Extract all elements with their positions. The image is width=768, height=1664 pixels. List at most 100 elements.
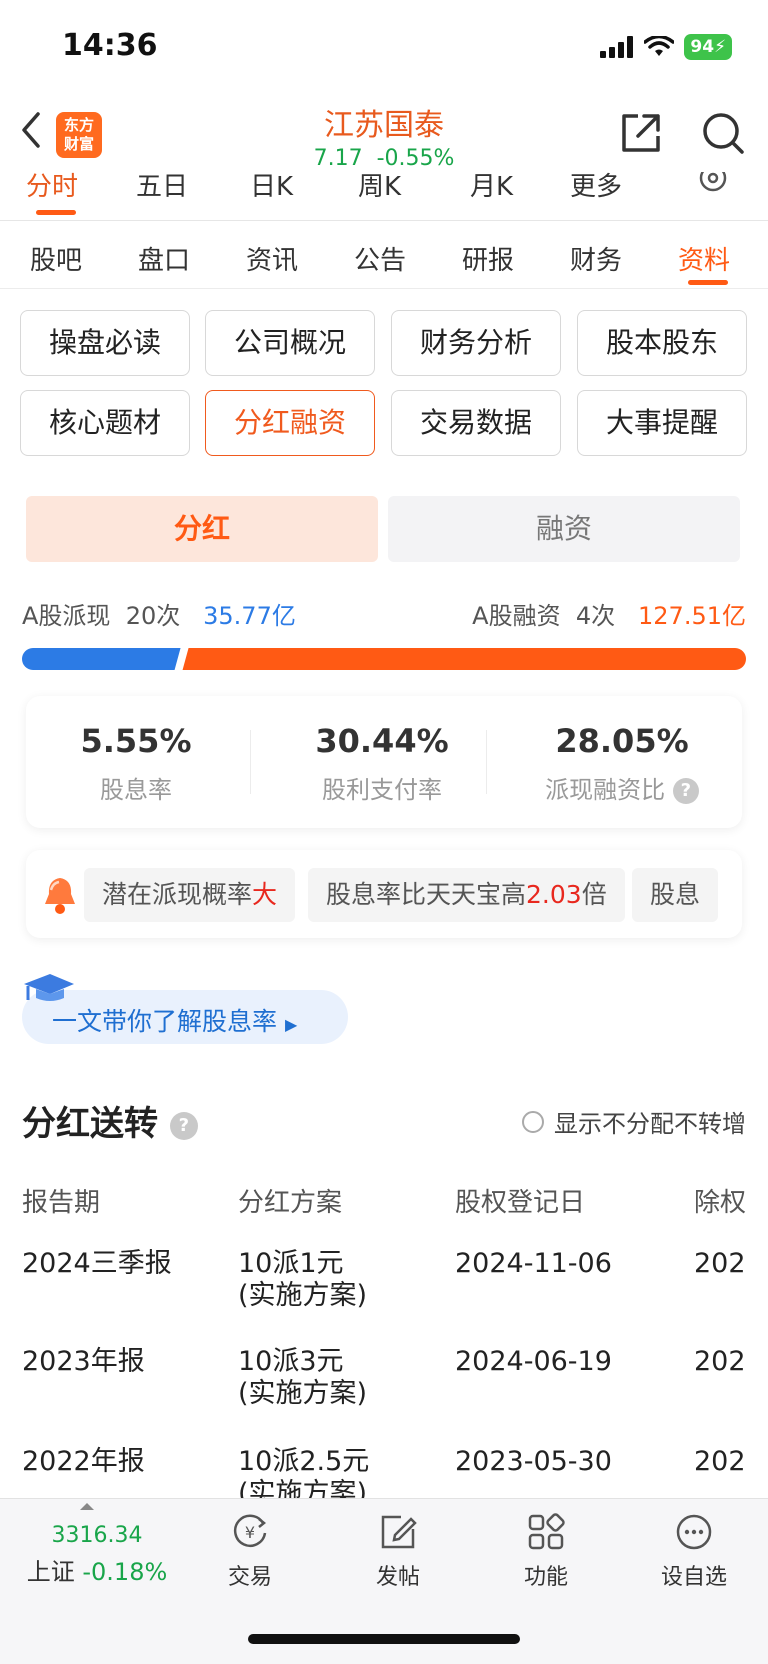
chart-tab-fenshi[interactable]: 分时 <box>26 172 78 203</box>
more-circle-icon <box>676 1514 712 1550</box>
chart-tab-yuek[interactable]: 月K <box>470 172 513 203</box>
chart-tabs: 分时 五日 日K 周K 月K 更多 <box>0 172 768 221</box>
tab-guba[interactable]: 股吧 <box>30 240 82 277</box>
metric-payout-ratio: 30.44% 股利支付率 <box>272 722 492 805</box>
financing-summary: A股融资 4次 127.51亿 <box>472 596 746 631</box>
chart-tab-zhouk[interactable]: 周K <box>358 172 401 203</box>
btn-jiaoyi[interactable]: 交易数据 <box>391 390 561 456</box>
segment-fenhong[interactable]: 分红 <box>26 496 378 562</box>
cell-period: 2022年报 <box>22 1446 145 1477</box>
metric-label: 股息率 <box>100 776 172 804</box>
cell-ex-date: 202 <box>694 1346 746 1377</box>
section-title-text: 分红送转 <box>22 1104 158 1144</box>
tag-dividend-more[interactable]: 股息 <box>632 868 719 922</box>
tag-highlight: 大 <box>252 880 278 909</box>
help-icon[interactable]: ? <box>169 1111 198 1140</box>
nav-trade[interactable]: ¥ 交易 <box>190 1511 310 1591</box>
cell-ex-date: 202 <box>694 1248 746 1279</box>
section-tabs: 股吧 盘口 资讯 公告 研报 财务 资料 <box>0 222 768 289</box>
metrics-card: 5.55% 股息率 30.44% 股利支付率 28.05% 派现融资比 ? <box>26 696 742 828</box>
tab-gonggao[interactable]: 公告 <box>354 240 406 277</box>
metric-value: 30.44% <box>315 722 449 760</box>
insight-tags-card: 潜在派现概率大 股息率比天天宝高2.03倍 股息 <box>26 850 742 938</box>
btn-caopan[interactable]: 操盘必读 <box>20 310 190 376</box>
tab-pankou[interactable]: 盘口 <box>138 240 190 277</box>
metric-value: 28.05% <box>555 722 689 760</box>
cell-plan: 10派3元 (实施方案) <box>238 1346 367 1410</box>
index-name: 上证 <box>26 1558 75 1586</box>
tag-yield-compare[interactable]: 股息率比天天宝高2.03倍 <box>308 868 625 922</box>
col-header-record-date: 股权登记日 <box>455 1188 586 1218</box>
index-line: 上证 -0.18% <box>22 1552 172 1587</box>
grid-icon <box>528 1513 565 1550</box>
nav-post-label: 发帖 <box>375 1565 420 1590</box>
ratio-bar <box>22 648 746 670</box>
financing-amount: 127.51亿 <box>638 602 746 630</box>
nav-add-watchlist-label: 设自选 <box>660 1565 727 1590</box>
tag-payout-probability[interactable]: 潜在派现概率大 <box>84 868 296 922</box>
nav-add-watchlist[interactable]: 设自选 <box>634 1511 754 1591</box>
financing-label: A股融资 <box>472 602 561 630</box>
tab-caiwu[interactable]: 财务 <box>570 240 622 277</box>
tab-yanbao[interactable]: 研报 <box>462 240 514 277</box>
index-ticker[interactable]: 3316.34 上证 -0.18% <box>22 1523 172 1587</box>
divider <box>250 730 251 794</box>
dividend-count: 20次 <box>125 602 181 630</box>
status-icons: 94⚡ <box>600 34 732 60</box>
edit-icon <box>381 1515 417 1549</box>
status-time: 14:36 <box>62 28 158 63</box>
share-icon[interactable] <box>618 110 664 156</box>
chart-tab-more[interactable]: 更多 <box>570 172 622 203</box>
tag-text: 股息率比天天宝高 <box>326 880 527 909</box>
plan-line2: (实施方案) <box>238 1280 368 1311</box>
help-icon[interactable]: ? <box>672 778 699 804</box>
radio-icon[interactable] <box>522 1110 544 1133</box>
stock-change: -0.55% <box>376 146 455 171</box>
cell-ex-date: 202 <box>694 1446 746 1477</box>
plan-line1: 10派3元 <box>238 1346 344 1377</box>
expand-up-icon[interactable] <box>80 1503 94 1510</box>
chart-tab-rik[interactable]: 日K <box>250 172 293 203</box>
segment-rongzi[interactable]: 融资 <box>388 496 740 562</box>
ratio-bar-dividend <box>22 648 181 670</box>
btn-dashi[interactable]: 大事提醒 <box>577 390 747 456</box>
cell-record-date: 2023-05-30 <box>455 1446 612 1477</box>
btn-fenhong-rongzi[interactable]: 分红融资 <box>205 390 375 456</box>
cell-record-date: 2024-06-19 <box>455 1346 612 1377</box>
chart-tab-wuri[interactable]: 五日 <box>136 172 188 203</box>
nav-functions-label: 功能 <box>523 1565 568 1590</box>
btn-guben[interactable]: 股本股东 <box>577 310 747 376</box>
trade-icon: ¥ <box>233 1514 267 1547</box>
settings-icon[interactable] <box>696 172 730 198</box>
tab-zixun[interactable]: 资讯 <box>246 240 298 277</box>
nav-trade-label: 交易 <box>227 1565 272 1590</box>
wifi-icon <box>644 36 675 56</box>
btn-caiwufenxi[interactable]: 财务分析 <box>391 310 561 376</box>
metric-cash-ratio: 28.05% 派现融资比 ? <box>502 722 742 805</box>
index-value: 3316.34 <box>51 1523 143 1548</box>
col-header-plan: 分红方案 <box>238 1188 343 1218</box>
stock-price: 7.17 <box>313 146 363 171</box>
nav-functions[interactable]: 功能 <box>486 1511 606 1591</box>
learn-label: 一文带你了解股息率 <box>52 1007 278 1036</box>
tag-tail: 倍 <box>581 880 607 909</box>
plan-line1: 10派1元 <box>238 1248 344 1279</box>
section-title: 分红送转 ? <box>22 1096 198 1145</box>
show-no-distribution-toggle[interactable]: 显示不分配不转增 <box>522 1104 746 1139</box>
dividend-label: A股派现 <box>22 602 111 630</box>
btn-gongsi[interactable]: 公司概况 <box>205 310 375 376</box>
btn-hexin[interactable]: 核心题材 <box>20 390 190 456</box>
financing-count: 4次 <box>575 602 616 630</box>
tag-highlight: 2.03 <box>526 880 582 909</box>
tab-ziliao[interactable]: 资料 <box>678 240 730 277</box>
toggle-label: 显示不分配不转增 <box>554 1110 746 1138</box>
ratio-bar-financing <box>182 648 746 670</box>
tag-text: 潜在派现概率 <box>102 880 253 909</box>
tag-text: 股息 <box>650 880 701 909</box>
dividend-summary: A股派现 20次 35.77亿 <box>22 596 296 631</box>
bell-icon <box>45 878 75 914</box>
nav-post[interactable]: 发帖 <box>338 1511 458 1591</box>
metric-label: 派现融资比 <box>545 776 666 804</box>
svg-text:¥: ¥ <box>245 1523 255 1542</box>
search-icon[interactable] <box>700 110 746 156</box>
